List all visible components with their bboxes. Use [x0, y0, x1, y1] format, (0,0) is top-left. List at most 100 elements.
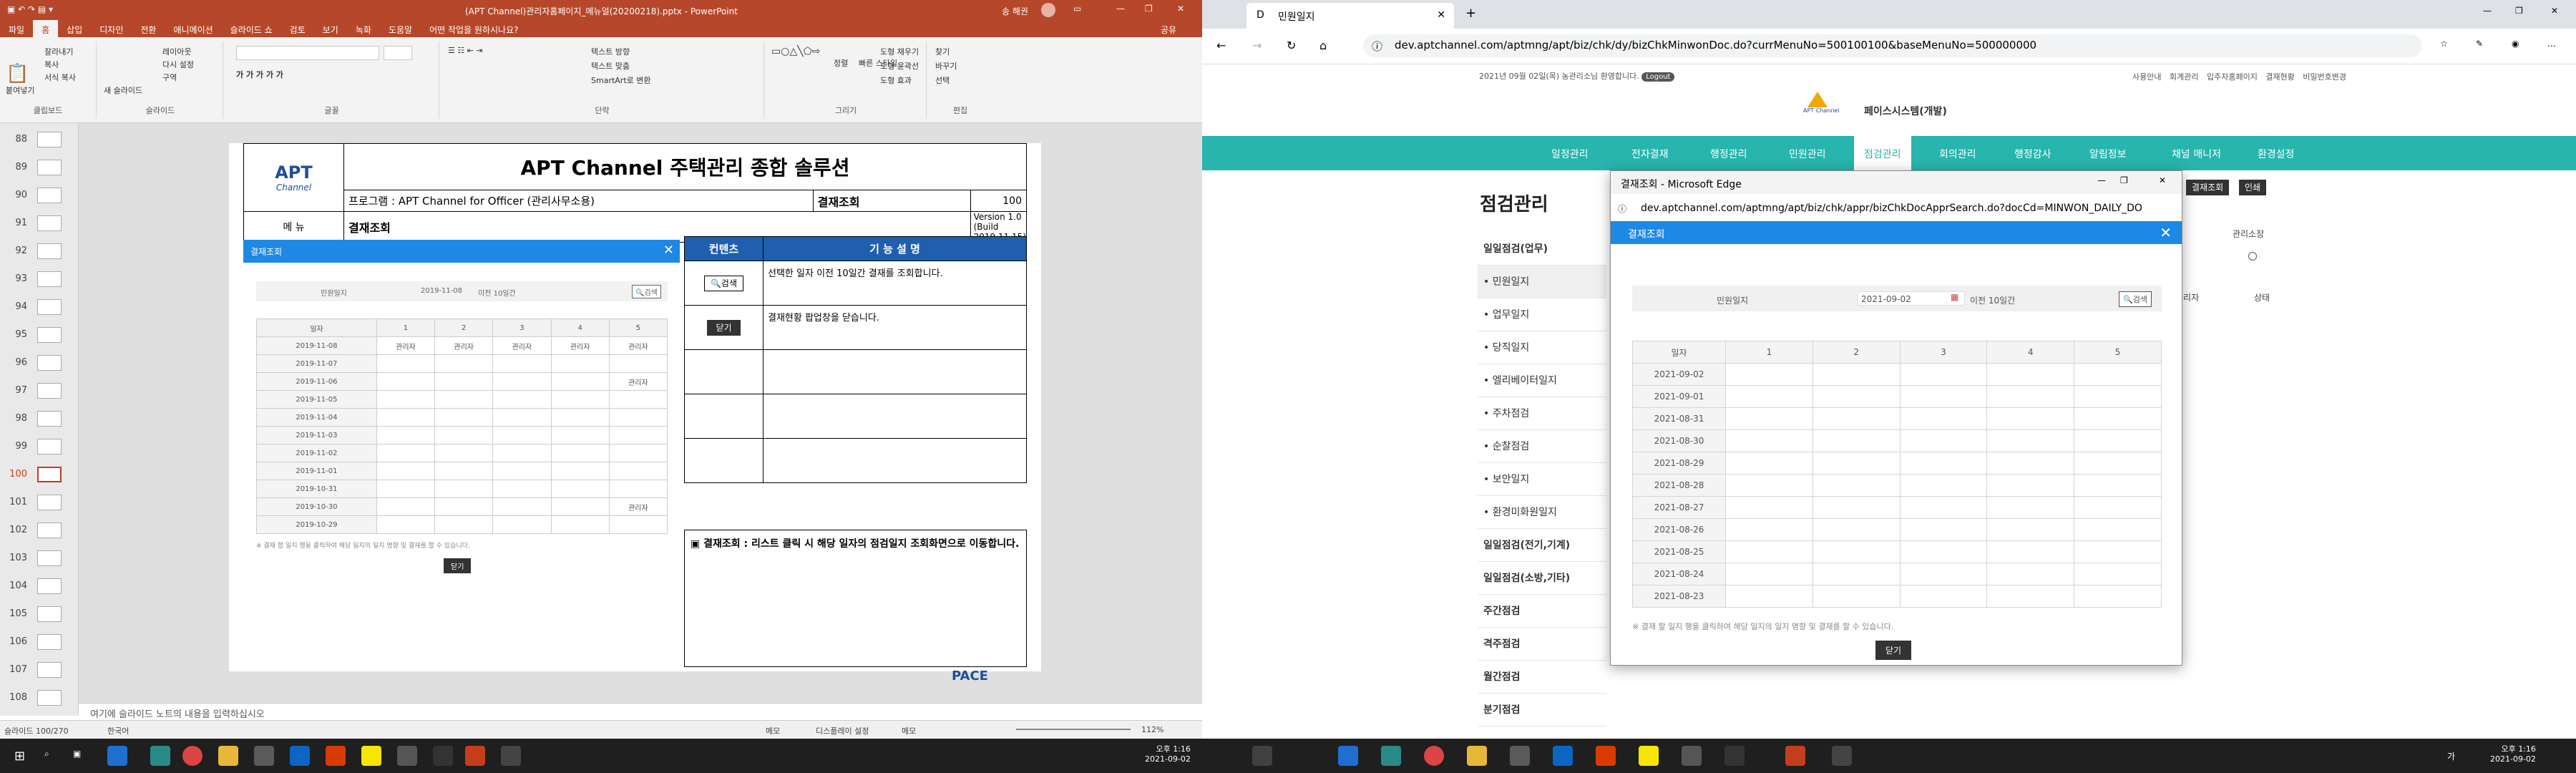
nav-item[interactable]: 회의관리	[1939, 147, 1976, 161]
chrome-taskbar-icon[interactable]	[182, 746, 203, 766]
tab-animations[interactable]: 애니메이션	[165, 20, 221, 39]
manager-radio[interactable]	[2248, 252, 2257, 261]
share-button[interactable]: 공유	[1152, 20, 1185, 39]
tab-home[interactable]: 홈	[33, 20, 59, 39]
edge-taskbar-icon[interactable]	[107, 746, 127, 766]
table-row[interactable]: 2019-11-02	[256, 444, 668, 462]
slide-thumbnail[interactable]: 92	[7, 240, 72, 262]
nav-item[interactable]: 채널 매니저	[2172, 147, 2221, 161]
find-button[interactable]: 찾기	[935, 46, 950, 57]
table-row[interactable]: 2019-11-03	[256, 426, 668, 444]
table-row[interactable]: 2021-08-31	[1632, 407, 2162, 430]
app-taskbar-icon[interactable]	[433, 746, 453, 766]
paste-button[interactable]: 붙여넣기	[6, 84, 34, 96]
replace-button[interactable]: 바꾸기	[935, 60, 957, 72]
link-change-password[interactable]: 비밀번호변경	[2303, 72, 2346, 82]
notes-pane[interactable]: 여기에 슬라이드 노트의 내용을 입력하십시오	[79, 703, 1202, 720]
settings-taskbar-icon[interactable]	[501, 746, 521, 766]
restore-icon[interactable]: ❐	[2515, 6, 2523, 16]
sidebar-item[interactable]: • 보안일지	[1478, 463, 1606, 496]
sidebar-item[interactable]: • 환경미화원일지	[1478, 496, 1606, 529]
mail-taskbar-icon[interactable]	[290, 746, 310, 766]
sidebar-item[interactable]: • 순찰점검	[1478, 430, 1606, 463]
smartart-button[interactable]: SmartArt로 변환	[591, 74, 651, 86]
info-icon[interactable]: ⓘ	[1618, 203, 1626, 215]
autosave-icon[interactable]: ▣ ↶ ↷ ▤ ▾	[7, 4, 53, 14]
close-icon[interactable]: ✕	[2160, 224, 2172, 241]
app-taskbar-icon[interactable]	[1724, 746, 1745, 766]
tab-file[interactable]: 파일	[0, 20, 33, 39]
nav-item[interactable]: 민원관리	[1789, 147, 1826, 161]
popup-close-button[interactable]: 닫기	[1875, 641, 1912, 660]
mini-close-button[interactable]: 닫기	[444, 558, 472, 573]
kakaotalk-taskbar-icon[interactable]	[361, 746, 381, 766]
nav-item[interactable]: 환경설정	[2258, 147, 2295, 161]
close-icon[interactable]: ✕	[1437, 9, 1445, 21]
edge-taskbar-icon[interactable]	[1338, 746, 1358, 766]
new-slide-button[interactable]: 새 슬라이드	[104, 84, 142, 96]
minimize-icon[interactable]: —	[2483, 6, 2492, 16]
nav-item[interactable]: 행정감사	[2014, 147, 2051, 161]
notes-toggle[interactable]: 메모	[766, 725, 780, 736]
ime-indicator[interactable]: 가	[2447, 750, 2455, 762]
table-row[interactable]: 2021-09-01	[1632, 385, 2162, 408]
sidebar-item[interactable]: • 당직일지	[1478, 331, 1606, 364]
clock-left[interactable]: 오후 1:16 2021-09-02	[1145, 743, 1191, 764]
slide-thumbnail[interactable]: 91	[7, 213, 72, 234]
slide-canvas[interactable]: APT Channel APT Channel 주택관리 종합 솔루션 프로그램…	[229, 143, 1041, 684]
tab-record[interactable]: 녹화	[347, 20, 380, 39]
date-input[interactable]: 2019-11-08	[421, 287, 462, 295]
date-input[interactable]: 2021-09-02	[1858, 291, 1965, 306]
ppt-user[interactable]: 송 해권	[1002, 5, 1028, 17]
sidebar-item[interactable]: 주간점검	[1478, 595, 1606, 628]
slide-thumbnail[interactable]: 102	[7, 520, 72, 541]
search-button[interactable]: 🔍검색	[2119, 291, 2152, 307]
sidebar-item[interactable]: 일일점검(소방,기타)	[1478, 562, 1606, 595]
minimize-icon[interactable]: —	[1116, 4, 1125, 14]
bold-icon[interactable]: 가 가 가 가 가	[236, 69, 283, 80]
explorer-taskbar-icon[interactable]	[1467, 746, 1487, 766]
kakaotalk-taskbar-icon[interactable]	[1639, 746, 1659, 766]
table-row[interactable]: 2019-11-01	[256, 462, 668, 480]
display-settings[interactable]: 디스플레이 설정	[816, 725, 869, 736]
table-row[interactable]: 2021-08-24	[1632, 563, 2162, 585]
tab-slideshow[interactable]: 슬라이드 쇼	[222, 20, 281, 39]
zoom-level[interactable]: 112%	[1141, 725, 1163, 734]
back-icon[interactable]: ←	[1216, 39, 1226, 52]
link-resident-home[interactable]: 입주자홈페이지	[2207, 72, 2258, 82]
nav-item[interactable]: 전자결재	[1631, 147, 1669, 161]
nav-item[interactable]: 점검관리	[1854, 136, 1911, 172]
table-row[interactable]: 2021-08-26	[1632, 518, 2162, 541]
arrange-button[interactable]: 정렬	[834, 57, 848, 69]
close-icon[interactable]: ✕	[1177, 4, 1184, 14]
table-row[interactable]: 2021-09-02	[1632, 363, 2162, 386]
table-row[interactable]: 2019-10-30 관리자	[256, 497, 668, 516]
table-row[interactable]: 2021-08-23	[1632, 585, 2162, 608]
link-approval-status[interactable]: 결재현황	[2265, 72, 2294, 82]
search-icon[interactable]: ⌕	[44, 749, 49, 759]
table-row[interactable]: 2019-11-06 관리자	[256, 372, 668, 391]
home-icon[interactable]: ⌂	[1319, 39, 1327, 52]
sidebar-item[interactable]: • 엘리베이터일지	[1478, 364, 1606, 397]
table-row[interactable]: 2021-08-29	[1632, 452, 2162, 475]
tab-transitions[interactable]: 전환	[132, 20, 165, 39]
table-row[interactable]: 2019-10-29	[256, 515, 668, 534]
store-taskbar-icon[interactable]	[1510, 746, 1530, 766]
nav-item[interactable]: 알림정보	[2089, 147, 2127, 161]
minimize-icon[interactable]: —	[2097, 175, 2106, 185]
text-direction-button[interactable]: 텍스트 방향	[591, 46, 630, 57]
slide-thumbnail[interactable]: 98	[7, 408, 72, 429]
table-row[interactable]: 2021-08-25	[1632, 540, 2162, 563]
slide-thumbnail[interactable]: 108	[7, 687, 72, 709]
mini-search-button[interactable]: 🔍검색	[632, 285, 661, 298]
nav-item[interactable]: 행정관리	[1710, 147, 1747, 161]
sidebar-item[interactable]: 분기점검	[1478, 694, 1606, 726]
shape-outline-button[interactable]: 도형 윤곽선	[880, 60, 919, 72]
slide-thumbnail[interactable]: 94	[7, 296, 72, 318]
link-accounting[interactable]: 회계관리	[2170, 72, 2198, 82]
close-icon[interactable]: ✕	[663, 243, 674, 258]
slide-thumbnail[interactable]: 107	[7, 659, 72, 681]
table-row[interactable]: 2019-11-04	[256, 408, 668, 427]
office-taskbar-icon[interactable]	[1596, 746, 1616, 766]
tab-review[interactable]: 검토	[281, 20, 314, 39]
